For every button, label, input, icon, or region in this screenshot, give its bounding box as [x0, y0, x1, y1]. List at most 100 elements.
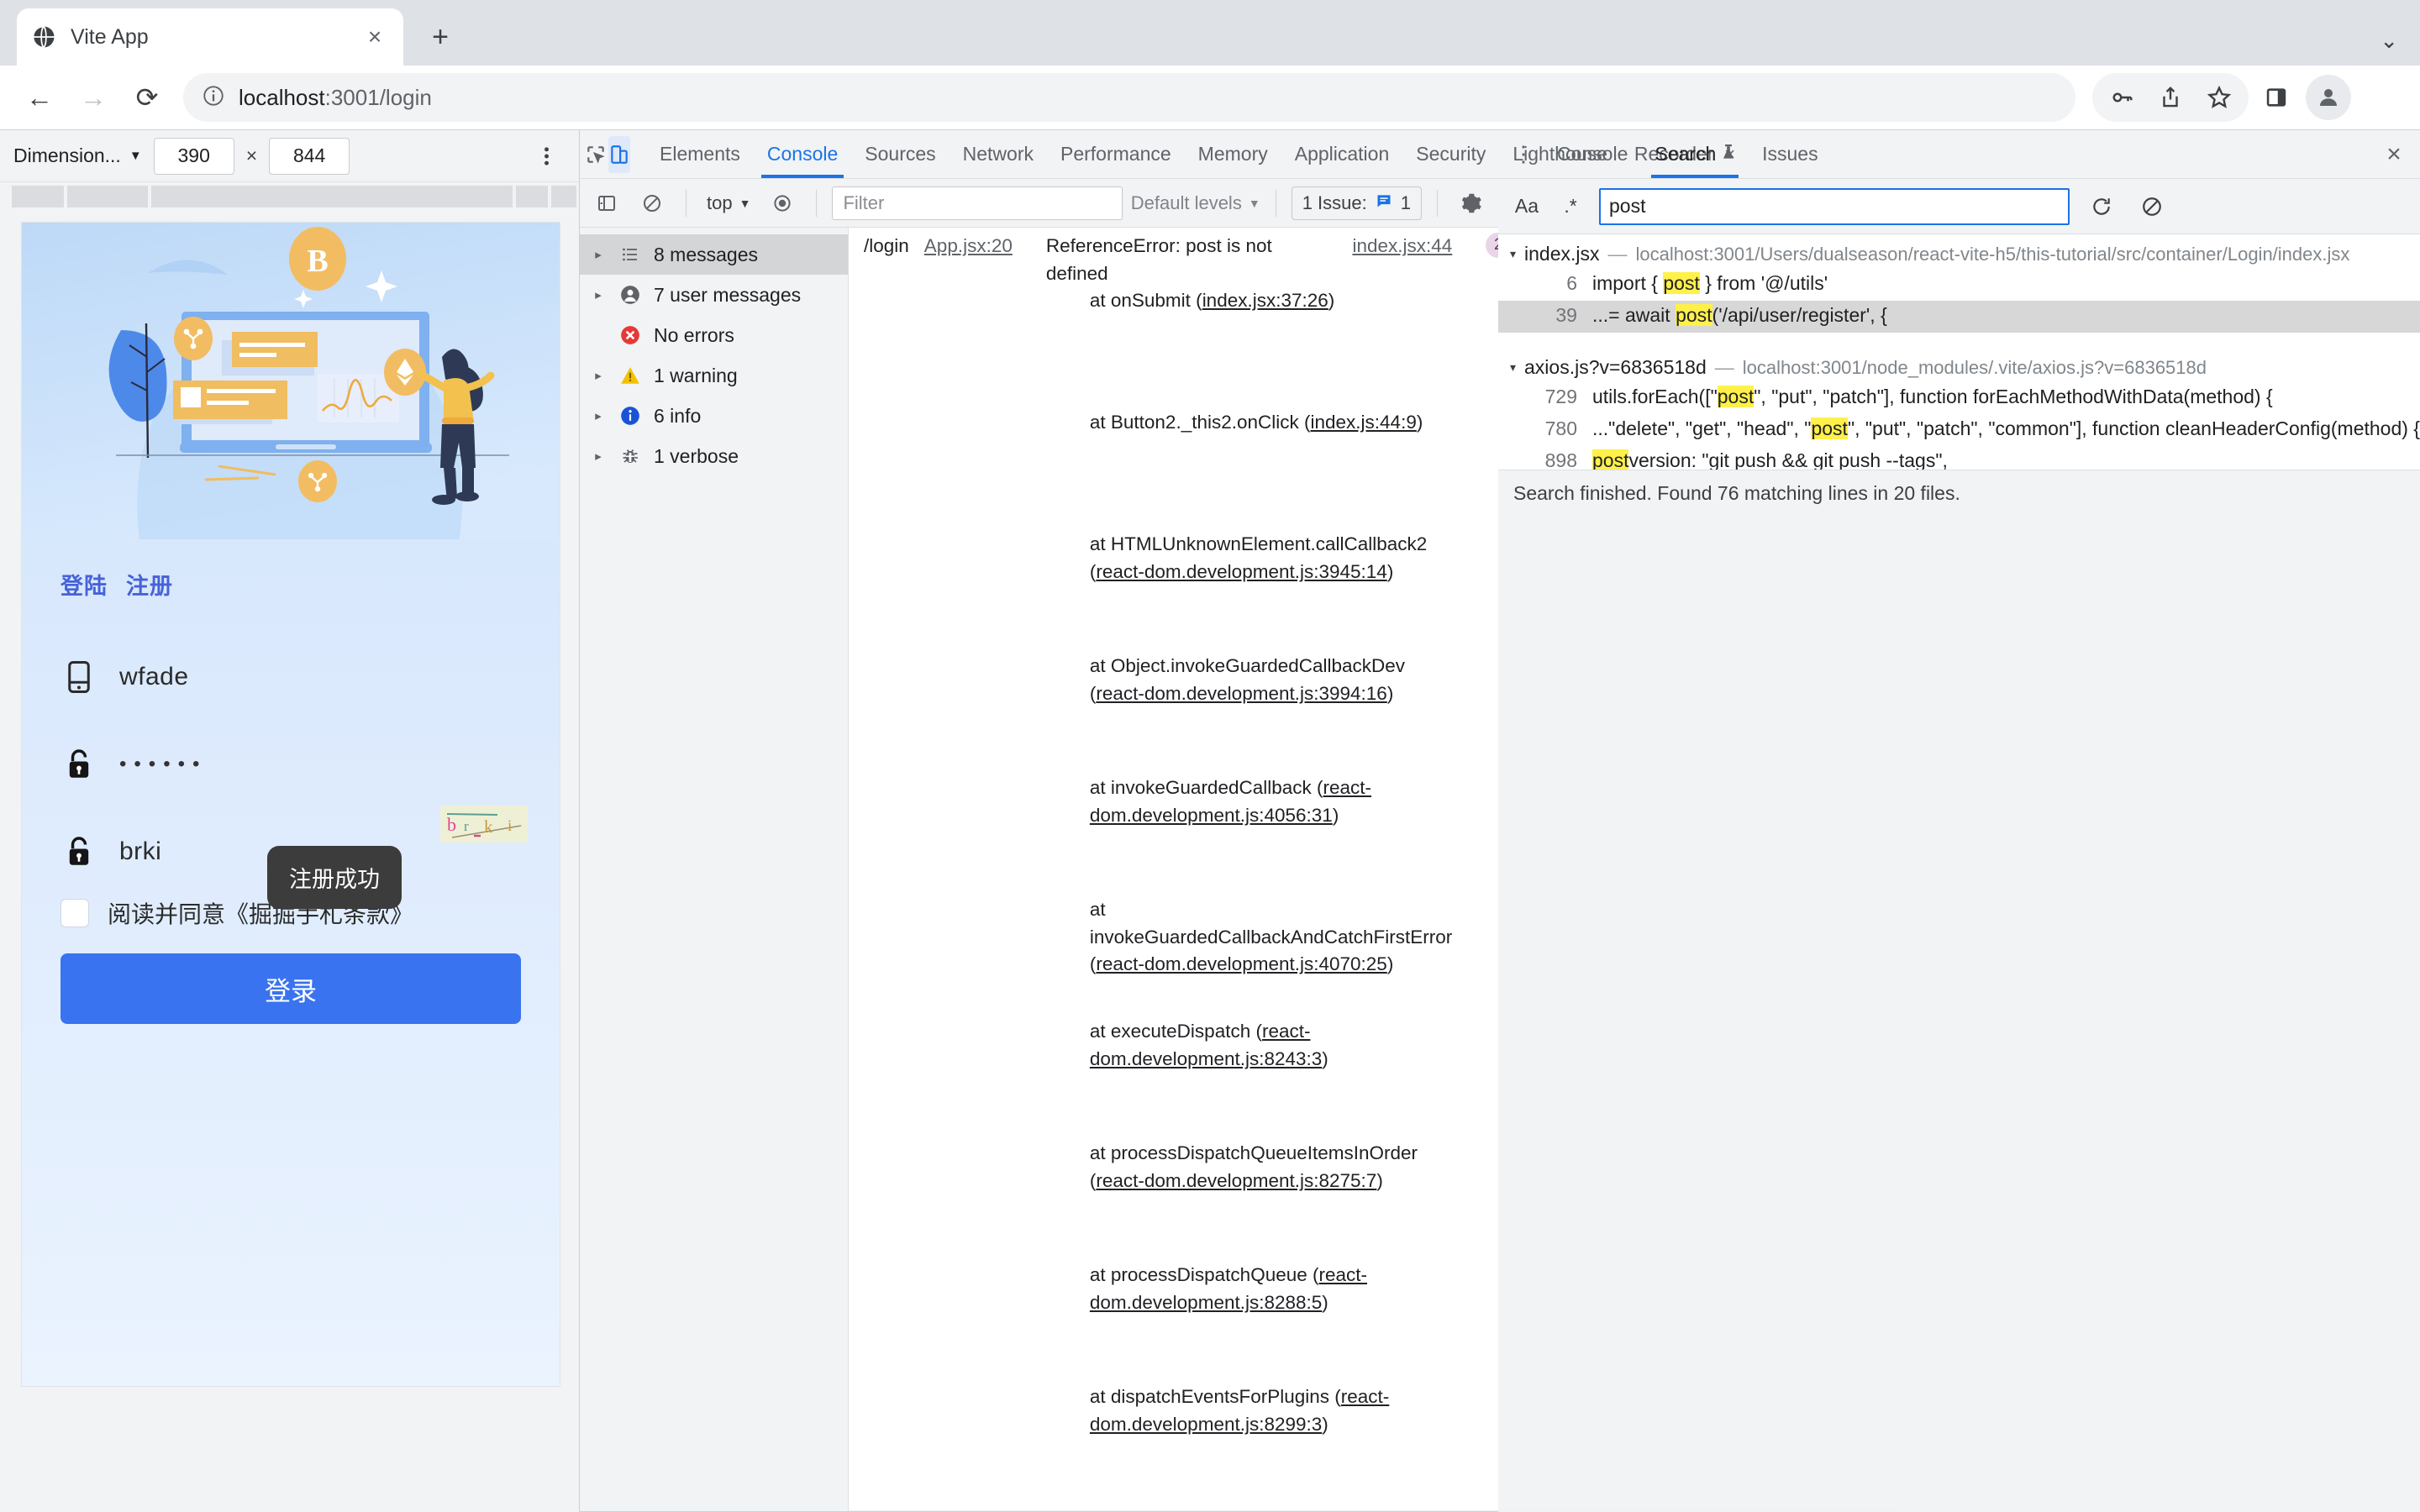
agreement-checkbox[interactable] — [60, 899, 89, 927]
key-icon[interactable] — [2097, 73, 2146, 122]
stack-link[interactable]: react-dom.development.js:3945:14 — [1096, 561, 1386, 582]
chevron-right-icon[interactable]: ▸ — [590, 247, 607, 262]
result-line[interactable]: 39 ...= await post('/api/user/register',… — [1497, 301, 2420, 333]
close-icon[interactable]: × — [1724, 144, 1735, 165]
result-file-header[interactable]: ▾ axios.js?v=6836518d — localhost:3001/n… — [1498, 353, 2420, 382]
execution-context-select[interactable]: top ▼ — [702, 192, 755, 214]
tab-application[interactable]: Application — [1282, 131, 1402, 178]
close-icon[interactable]: × — [360, 22, 390, 52]
captcha-input[interactable]: brki — [119, 837, 161, 866]
issues-summary-button[interactable]: 1 Issue: 1 — [1291, 186, 1422, 220]
search-results-list[interactable]: ▾ index.jsx — localhost:3001/Users/duals… — [1497, 234, 2420, 470]
line-text: utils.forEach(["post", "put", "patch"], … — [1591, 386, 2273, 407]
sidebar-item-user-messages[interactable]: ▸ 7 user messages — [580, 275, 848, 315]
console-sidebar-toggle-icon[interactable] — [588, 185, 625, 222]
source-link[interactable]: App.jsx:20 — [924, 233, 1013, 260]
console-settings-gear-icon[interactable] — [1453, 185, 1490, 222]
phone-input[interactable]: wfade — [119, 663, 189, 691]
console-message[interactable]: /login App.jsx:20 — [849, 228, 1031, 1511]
log-level-select[interactable]: Default levels ▼ — [1131, 192, 1260, 214]
device-height-input[interactable]: 844 — [269, 137, 350, 175]
stack-link[interactable]: react-dom.development.js:4070:25 — [1096, 953, 1386, 974]
search-input[interactable]: post — [1598, 187, 2070, 225]
stack-link[interactable]: react-dom.development.js:3994:16 — [1096, 683, 1386, 704]
device-toolbar-icon[interactable] — [608, 135, 630, 173]
tab-performance[interactable]: Performance — [1048, 131, 1184, 178]
line-text: postversion: "git push && git push --tag… — [1591, 449, 1948, 470]
main-split: Dimension... ▼ 390 × 844 B 登陆 注册 wfade •… — [0, 129, 2420, 1512]
drawer-tabbar: ⋮ Console Search × Issues × — [1497, 130, 2420, 179]
tab-memory[interactable]: Memory — [1186, 131, 1281, 178]
chevron-right-icon[interactable]: ▸ — [590, 449, 607, 464]
devtools-panel: Elements Console Sources Network Perform… — [580, 130, 1975, 1512]
chevron-right-icon[interactable]: ▸ — [590, 408, 607, 423]
clear-console-icon[interactable] — [634, 185, 671, 222]
result-line[interactable]: 729 utils.forEach(["post", "put", "patch… — [1498, 382, 2420, 414]
clear-icon[interactable] — [2133, 188, 2170, 225]
result-file-header[interactable]: ▾ index.jsx — localhost:3001/Users/duals… — [1498, 239, 2420, 269]
auth-tabs: 登陆 注册 — [22, 539, 560, 601]
login-tab[interactable]: 登陆 — [60, 568, 108, 601]
password-input[interactable]: •••••• — [119, 753, 207, 776]
error-icon — [617, 322, 644, 349]
sidebar-item-messages[interactable]: ▸ 8 messages — [580, 234, 848, 275]
login-submit-button[interactable]: 登录 — [60, 953, 521, 1024]
collapse-triangle-icon[interactable]: ▾ — [1510, 360, 1516, 375]
match-case-toggle[interactable]: Aa — [1512, 195, 1542, 218]
stack-link[interactable]: index.js:44:9 — [1311, 412, 1417, 433]
tab-console[interactable]: Console — [755, 131, 850, 178]
sidebar-item-info[interactable]: ▸ 6 info — [580, 396, 848, 436]
inspect-element-icon[interactable] — [585, 136, 607, 173]
drawer-close-icon[interactable]: × — [2375, 135, 2413, 174]
tab-sources[interactable]: Sources — [852, 131, 948, 178]
drawer-tab-console[interactable]: Console — [1545, 131, 1639, 178]
stack-link[interactable]: react-dom.development.js:8275:7 — [1096, 1170, 1376, 1191]
sidebar-item-warnings[interactable]: ▸ 1 warning — [580, 355, 848, 396]
device-width-input[interactable]: 390 — [153, 137, 234, 175]
chevron-right-icon[interactable]: ▸ — [590, 368, 607, 383]
side-panel-icon[interactable] — [2252, 73, 2301, 122]
reload-button[interactable]: ⟳ — [123, 73, 171, 122]
live-expression-icon[interactable] — [764, 185, 801, 222]
devtools-drawer: ⋮ Console Search × Issues × Aa .* post ▾… — [1497, 130, 2420, 517]
info-icon — [617, 402, 644, 429]
source-link[interactable]: index.jsx:44 — [1352, 233, 1452, 260]
profile-avatar[interactable] — [2304, 73, 2353, 122]
result-line[interactable]: 780 ..."delete", "get", "head", "post", … — [1498, 414, 2420, 446]
tab-security[interactable]: Security — [1403, 131, 1498, 178]
tab-elements[interactable]: Elements — [647, 131, 753, 178]
bookmark-star-icon[interactable] — [2195, 73, 2244, 122]
browser-tab[interactable]: Vite App × — [17, 8, 403, 66]
chrome-menu-icon[interactable]: chrome-menu-icon — [2356, 73, 2405, 122]
chevron-right-icon[interactable]: ▸ — [590, 287, 607, 302]
result-line[interactable]: 898 postversion: "git push && git push -… — [1498, 446, 2420, 470]
sidebar-item-errors[interactable]: No errors — [580, 315, 848, 355]
tab-network[interactable]: Network — [950, 131, 1046, 178]
console-filter-input[interactable]: Filter — [832, 186, 1123, 220]
refresh-icon[interactable] — [2083, 188, 2120, 225]
console-error-message[interactable]: ReferenceError: post is not defined inde… — [1030, 228, 1471, 1511]
result-line[interactable]: 6 import { post } from '@/utils' — [1498, 269, 2420, 301]
forward-button[interactable]: → — [69, 73, 118, 122]
address-bar[interactable]: localhost:3001/login — [183, 73, 2075, 122]
collapse-triangle-icon[interactable]: ▾ — [1510, 247, 1516, 261]
device-preset-select[interactable]: Dimension... ▼ — [13, 144, 142, 167]
device-more-options-icon[interactable] — [527, 137, 566, 176]
user-icon — [617, 281, 644, 308]
globe-icon — [30, 24, 57, 50]
register-tab[interactable]: 注册 — [126, 568, 173, 601]
drawer-tab-search[interactable]: Search × — [1643, 131, 1747, 178]
regex-toggle[interactable]: .* — [1555, 195, 1586, 218]
new-tab-button[interactable]: + — [418, 15, 462, 59]
sidebar-item-verbose[interactable]: ▸ 1 verbose — [580, 436, 848, 476]
stack-link[interactable]: index.jsx:37:26 — [1202, 290, 1328, 311]
chevron-down-icon: ▼ — [1248, 196, 1260, 210]
page-info-icon[interactable] — [202, 84, 225, 112]
share-icon[interactable] — [2146, 73, 2195, 122]
back-button[interactable]: ← — [15, 73, 64, 122]
captcha-image[interactable]: b r k i — [440, 806, 528, 843]
svg-text:k: k — [484, 816, 493, 837]
tab-search-chevron-down-icon[interactable]: ⌄ — [2380, 28, 2398, 54]
line-number: 6 — [1566, 272, 1577, 294]
drawer-tab-issues[interactable]: Issues — [1750, 131, 1829, 178]
